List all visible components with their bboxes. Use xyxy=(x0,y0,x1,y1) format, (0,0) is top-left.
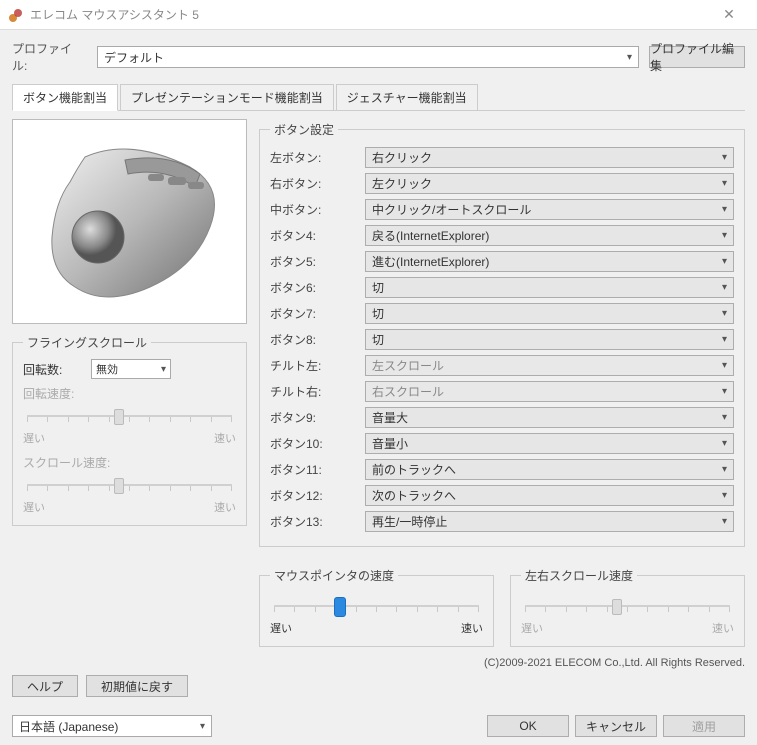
button-row: 右ボタン:左クリック▾ xyxy=(270,172,734,195)
rotation-count-select[interactable]: 無効 ▾ xyxy=(91,359,171,379)
button-row: チルト右:右スクロール▾ xyxy=(270,380,734,403)
button-row: ボタン12:次のトラックへ▾ xyxy=(270,484,734,507)
button-label: 中ボタン: xyxy=(270,201,365,218)
window-title: エレコム マウスアシスタント 5 xyxy=(30,6,709,23)
chevron-down-icon: ▾ xyxy=(722,282,727,293)
button-function-select[interactable]: 進む(InternetExplorer)▾ xyxy=(365,251,734,272)
button-row: ボタン5:進む(InternetExplorer)▾ xyxy=(270,250,734,273)
button-function-select[interactable]: 戻る(InternetExplorer)▾ xyxy=(365,225,734,246)
button-label: ボタン4: xyxy=(270,227,365,244)
button-row: ボタン8:切▾ xyxy=(270,328,734,351)
button-label: ボタン5: xyxy=(270,253,365,270)
button-settings-group: ボタン設定 左ボタン:右クリック▾右ボタン:左クリック▾中ボタン:中クリック/オ… xyxy=(259,121,745,547)
button-row: ボタン13:再生/一時停止▾ xyxy=(270,510,734,533)
profile-select[interactable]: デフォルト ▾ xyxy=(97,46,639,68)
tab-gesture[interactable]: ジェスチャー機能割当 xyxy=(336,84,478,111)
button-label: ボタン11: xyxy=(270,461,365,478)
button-row: ボタン7:切▾ xyxy=(270,302,734,325)
rotation-speed-slider xyxy=(27,404,232,428)
button-function-select[interactable]: 切▾ xyxy=(365,329,734,350)
chevron-down-icon: ▾ xyxy=(722,178,727,189)
app-icon xyxy=(8,7,24,23)
button-row: ボタン11:前のトラックへ▾ xyxy=(270,458,734,481)
button-label: 右ボタン: xyxy=(270,175,365,192)
chevron-down-icon: ▾ xyxy=(722,516,727,527)
button-row: 左ボタン:右クリック▾ xyxy=(270,146,734,169)
chevron-down-icon: ▾ xyxy=(722,360,727,371)
tilt-speed-slider xyxy=(525,594,730,618)
button-row: ボタン4:戻る(InternetExplorer)▾ xyxy=(270,224,734,247)
button-label: ボタン6: xyxy=(270,279,365,296)
button-function-select: 左スクロール▾ xyxy=(365,355,734,376)
button-function-select[interactable]: 前のトラックへ▾ xyxy=(365,459,734,480)
button-label: ボタン9: xyxy=(270,409,365,426)
button-function-select[interactable]: 右クリック▾ xyxy=(365,147,734,168)
button-row: ボタン6:切▾ xyxy=(270,276,734,299)
rotation-count-label: 回転数: xyxy=(23,361,81,378)
tab-presentation[interactable]: プレゼンテーションモード機能割当 xyxy=(120,84,334,111)
chevron-down-icon: ▾ xyxy=(627,52,632,63)
chevron-down-icon: ▾ xyxy=(722,490,727,501)
chevron-down-icon: ▾ xyxy=(200,721,205,732)
flying-scroll-group: フライングスクロール 回転数: 無効 ▾ 回転速度: 遅い 速い xyxy=(12,334,247,526)
profile-label: プロファイル: xyxy=(12,40,87,74)
button-label: ボタン7: xyxy=(270,305,365,322)
chevron-down-icon: ▾ xyxy=(722,386,727,397)
button-label: チルト右: xyxy=(270,383,365,400)
chevron-down-icon: ▾ xyxy=(722,152,727,163)
language-select[interactable]: 日本語 (Japanese) ▾ xyxy=(12,715,212,737)
button-function-select[interactable]: 切▾ xyxy=(365,303,734,324)
button-function-select[interactable]: 音量小▾ xyxy=(365,433,734,454)
button-label: ボタン13: xyxy=(270,513,365,530)
scroll-speed-slider xyxy=(27,473,232,497)
button-row: ボタン10:音量小▾ xyxy=(270,432,734,455)
button-label: ボタン10: xyxy=(270,435,365,452)
tilt-speed-group: 左右スクロール速度 遅い 速い xyxy=(510,567,745,647)
chevron-down-icon: ▾ xyxy=(722,308,727,319)
button-function-select[interactable]: 左クリック▾ xyxy=(365,173,734,194)
button-label: ボタン12: xyxy=(270,487,365,504)
cancel-button[interactable]: キャンセル xyxy=(575,715,657,737)
profile-selected: デフォルト xyxy=(104,49,164,66)
button-row: チルト左:左スクロール▾ xyxy=(270,354,734,377)
button-function-select[interactable]: 音量大▾ xyxy=(365,407,734,428)
chevron-down-icon: ▾ xyxy=(722,438,727,449)
reset-button[interactable]: 初期値に戻す xyxy=(86,675,188,697)
button-label: チルト左: xyxy=(270,357,365,374)
button-function-select[interactable]: 中クリック/オートスクロール▾ xyxy=(365,199,734,220)
button-row: ボタン9:音量大▾ xyxy=(270,406,734,429)
scroll-speed-label: スクロール速度: xyxy=(23,454,236,471)
chevron-down-icon: ▾ xyxy=(722,412,727,423)
apply-button[interactable]: 適用 xyxy=(663,715,745,737)
mouse-image xyxy=(12,119,247,324)
button-label: ボタン8: xyxy=(270,331,365,348)
profile-edit-button[interactable]: プロファイル編集 xyxy=(649,46,745,68)
rotation-speed-label: 回転速度: xyxy=(23,385,236,402)
ok-button[interactable]: OK xyxy=(487,715,569,737)
chevron-down-icon: ▾ xyxy=(722,204,727,215)
chevron-down-icon: ▾ xyxy=(161,364,166,375)
button-function-select[interactable]: 再生/一時停止▾ xyxy=(365,511,734,532)
button-function-select[interactable]: 次のトラックへ▾ xyxy=(365,485,734,506)
button-function-select[interactable]: 切▾ xyxy=(365,277,734,298)
pointer-speed-group: マウスポインタの速度 遅い 速い xyxy=(259,567,494,647)
copyright-text: (C)2009-2021 ELECOM Co.,Ltd. All Rights … xyxy=(12,657,745,669)
chevron-down-icon: ▾ xyxy=(722,464,727,475)
button-function-select: 右スクロール▾ xyxy=(365,381,734,402)
tab-button-assign[interactable]: ボタン機能割当 xyxy=(12,84,118,111)
button-label: 左ボタン: xyxy=(270,149,365,166)
chevron-down-icon: ▾ xyxy=(722,334,727,345)
pointer-speed-slider[interactable] xyxy=(274,594,479,618)
chevron-down-icon: ▾ xyxy=(722,230,727,241)
button-row: 中ボタン:中クリック/オートスクロール▾ xyxy=(270,198,734,221)
chevron-down-icon: ▾ xyxy=(722,256,727,267)
close-icon[interactable]: ✕ xyxy=(709,6,749,23)
help-button[interactable]: ヘルプ xyxy=(12,675,78,697)
